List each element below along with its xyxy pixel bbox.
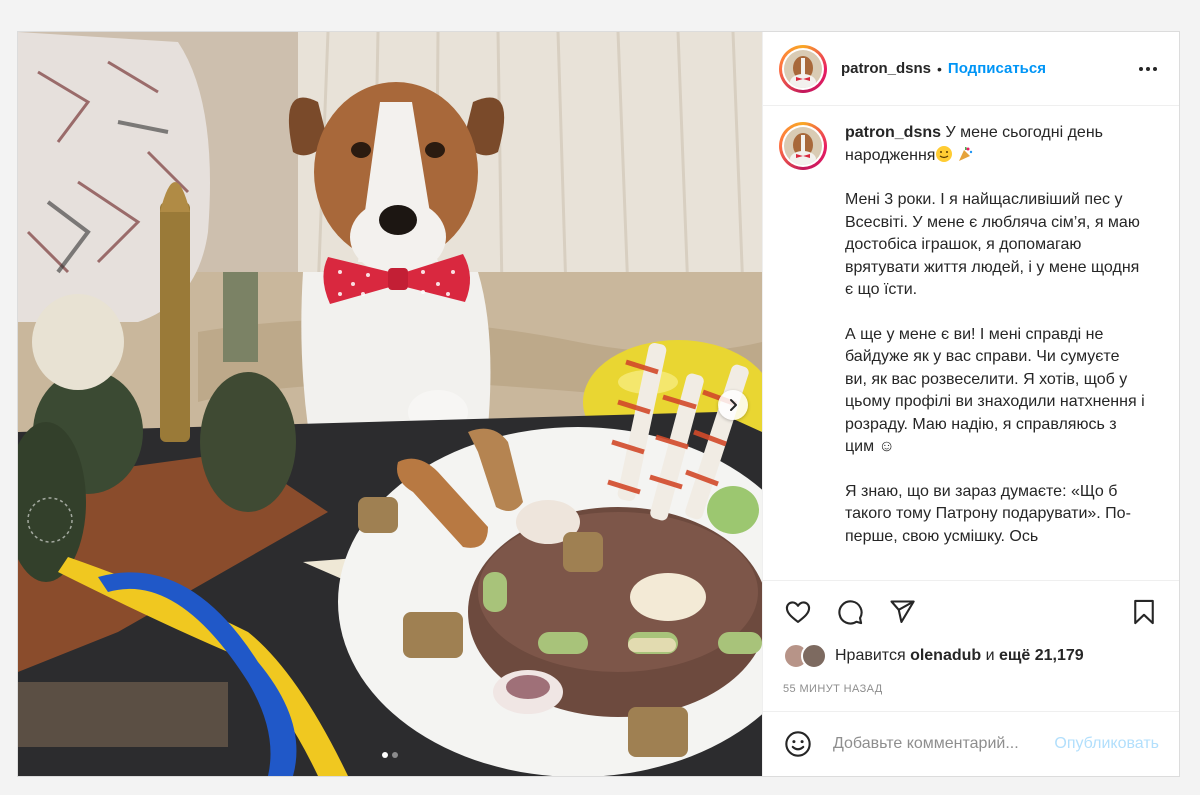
chevron-right-icon xyxy=(730,399,737,411)
avatar[interactable] xyxy=(779,44,827,93)
caption-username[interactable]: patron_dsns xyxy=(845,124,941,141)
share-icon xyxy=(890,600,915,623)
like-button[interactable] xyxy=(783,597,813,627)
post-timestamp[interactable]: 55 минут назад xyxy=(783,683,1159,695)
publish-comment-button[interactable]: Опубликовать xyxy=(1054,735,1159,753)
caption-avatar[interactable] xyxy=(779,122,827,170)
follow-button[interactable]: Подписаться xyxy=(948,60,1046,77)
carousel-dot xyxy=(392,752,398,758)
comment-button[interactable] xyxy=(835,597,865,627)
likes-summary[interactable]: Нравится olenadub и ещё 21,179 xyxy=(783,643,1159,669)
save-button[interactable] xyxy=(1129,597,1159,627)
share-button[interactable] xyxy=(887,597,917,627)
post-actions: Нравится olenadub и ещё 21,179 55 минут … xyxy=(763,580,1179,695)
post-photo[interactable] xyxy=(18,32,762,776)
caption-paragraph-1: Мені 3 роки. І я найщасливіший пес у Все… xyxy=(845,191,1140,298)
caption-paragraph-3: Я знаю, що ви зараз думаєте: «Що б таког… xyxy=(845,482,1131,545)
emoji-button[interactable] xyxy=(783,729,813,759)
comment-input[interactable] xyxy=(831,734,1055,754)
post-card: patron_dsns • Подписаться patron_dsns У … xyxy=(17,31,1180,777)
post-header: patron_dsns • Подписаться xyxy=(763,32,1179,106)
post-username[interactable]: patron_dsns xyxy=(841,60,931,77)
caption-paragraph-2: А ще у мене є ви! І мені справді не байд… xyxy=(845,325,1145,456)
heart-icon xyxy=(785,601,811,623)
party-popper-icon xyxy=(959,146,973,161)
comment-box: Опубликовать xyxy=(763,711,1179,776)
post-side-panel: patron_dsns • Подписаться patron_dsns У … xyxy=(762,32,1179,776)
more-icon xyxy=(1139,66,1143,71)
bookmark-icon xyxy=(1134,599,1154,625)
likes-middle: и xyxy=(985,647,995,664)
dog-avatar-icon xyxy=(784,49,822,88)
caption-area[interactable]: patron_dsns У мене сьогодні день народже… xyxy=(763,106,1179,580)
emoji-icon xyxy=(785,731,811,757)
likes-count[interactable]: ещё 21,179 xyxy=(999,647,1084,665)
dog-avatar-icon xyxy=(784,127,822,165)
more-options-button[interactable] xyxy=(1133,61,1163,77)
comment-icon xyxy=(838,600,863,625)
likes-prefix: Нравится xyxy=(835,647,906,664)
caption-text: patron_dsns У мене сьогодні день народже… xyxy=(845,122,1145,548)
carousel-next-button[interactable] xyxy=(718,390,748,420)
carousel-indicator xyxy=(18,752,762,758)
separator-dot: • xyxy=(937,60,942,77)
liker-avatar xyxy=(801,643,827,669)
carousel-dot-active xyxy=(382,752,388,758)
likes-user[interactable]: olenadub xyxy=(910,647,981,665)
birthday-photo xyxy=(18,32,762,776)
smiling-face-icon xyxy=(936,145,953,162)
watermark-logo xyxy=(20,490,80,550)
